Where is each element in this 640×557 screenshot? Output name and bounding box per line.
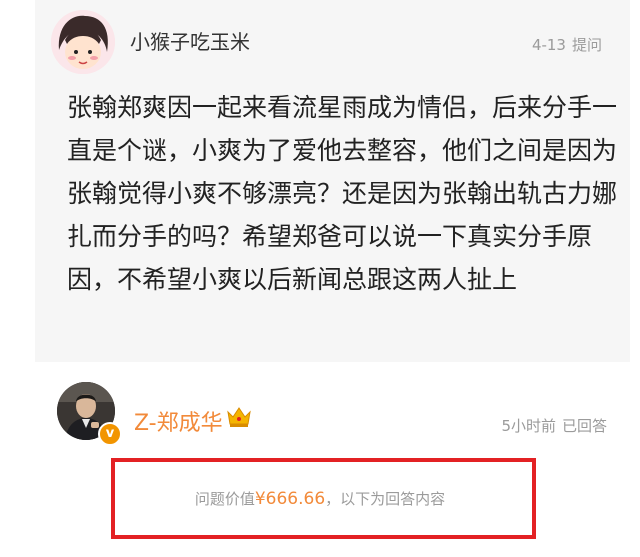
questioner-username[interactable]: 小猴子吃玉米: [130, 26, 250, 55]
answer-time: 5小时前: [501, 417, 556, 435]
cartoon-girl-avatar-icon: [51, 10, 115, 74]
highlight-box: [111, 458, 536, 539]
question-card: 小猴子吃玉米 4-13 提问 张翰郑爽因一起来看流星雨成为情侣，后来分手一直是个谜…: [35, 0, 630, 362]
question-meta: 4-13 提问: [532, 34, 602, 55]
questioner-avatar[interactable]: [51, 10, 115, 74]
verified-v-badge-icon: v: [98, 422, 122, 446]
answer-status: 已回答: [561, 417, 607, 435]
question-action-label: 提问: [571, 36, 602, 54]
answer-meta: 5小时前 已回答: [501, 415, 607, 436]
question-text: 张翰郑爽因一起来看流星雨成为情侣，后来分手一直是个谜，小爽为了爱他去整容，他们之…: [67, 93, 618, 294]
answerer-username[interactable]: Z-郑成华: [134, 405, 223, 437]
question-date: 4-13: [531, 36, 566, 54]
crown-icon: [227, 407, 251, 427]
answerer-row: v Z-郑成华 5小时前 已回答: [0, 375, 640, 470]
